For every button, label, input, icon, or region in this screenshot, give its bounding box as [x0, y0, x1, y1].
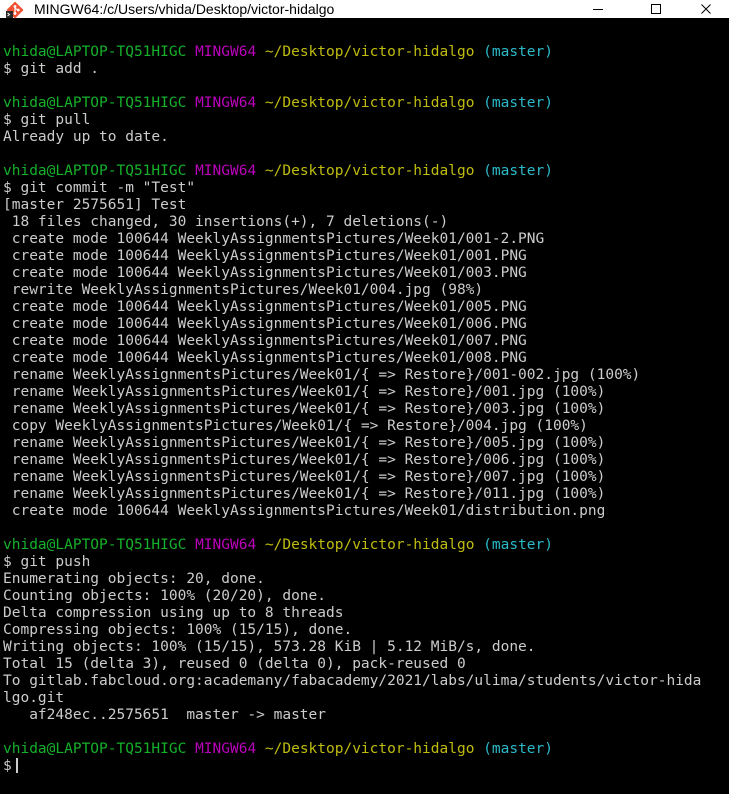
prompt-user-host: vhida@LAPTOP-TQ51HIGC	[3, 95, 187, 111]
output-line: create mode 100644 WeeklyAssignmentsPict…	[3, 350, 527, 366]
output-line: create mode 100644 WeeklyAssignmentsPict…	[3, 333, 527, 349]
prompt-user-host: vhida@LAPTOP-TQ51HIGC	[3, 44, 187, 60]
minimize-icon	[592, 0, 604, 19]
output-line: create mode 100644 WeeklyAssignmentsPict…	[3, 248, 527, 264]
prompt-user-host: vhida@LAPTOP-TQ51HIGC	[3, 537, 187, 553]
output-line: $ git pull	[3, 112, 91, 128]
prompt-line: vhida@LAPTOP-TQ51HIGC MINGW64 ~/Desktop/…	[3, 163, 725, 180]
prompt-line: vhida@LAPTOP-TQ51HIGC MINGW64 ~/Desktop/…	[3, 537, 725, 554]
close-button[interactable]	[683, 0, 729, 18]
prompt-path: ~/Desktop/victor-hidalgo	[264, 44, 475, 60]
text-cursor	[15, 758, 18, 773]
maximize-icon	[650, 0, 662, 19]
prompt-branch: (master)	[483, 95, 553, 111]
title-bar[interactable]: MINGW64:/c/Users/vhida/Desktop/victor-hi…	[0, 0, 729, 19]
output-line: create mode 100644 WeeklyAssignmentsPict…	[3, 265, 527, 281]
prompt-shell: MINGW64	[195, 95, 257, 111]
prompt-path: ~/Desktop/victor-hidalgo	[264, 95, 475, 111]
output-line: rename WeeklyAssignmentsPictures/Week01/…	[3, 367, 641, 383]
git-bash-icon[interactable]	[6, 1, 24, 19]
output-line: Counting objects: 100% (20/20), done.	[3, 588, 327, 604]
prompt-shell: MINGW64	[195, 163, 257, 179]
prompt-user-host: vhida@LAPTOP-TQ51HIGC	[3, 163, 187, 179]
output-line: Already up to date.	[3, 129, 169, 145]
prompt-branch: (master)	[483, 537, 553, 553]
maximize-button[interactable]	[633, 0, 679, 18]
prompt-branch: (master)	[483, 163, 553, 179]
output-line: [master 2575651] Test	[3, 197, 187, 213]
output-line: copy WeeklyAssignmentsPictures/Week01/{ …	[3, 418, 588, 434]
output-line: $ git add .	[3, 61, 100, 77]
output-line: rename WeeklyAssignmentsPictures/Week01/…	[3, 469, 606, 485]
output-line: $ git commit -m "Test"	[3, 180, 196, 196]
prompt-line: vhida@LAPTOP-TQ51HIGC MINGW64 ~/Desktop/…	[3, 44, 725, 61]
input-prompt: $	[3, 758, 12, 774]
prompt-shell: MINGW64	[195, 741, 257, 757]
prompt-line: vhida@LAPTOP-TQ51HIGC MINGW64 ~/Desktop/…	[3, 95, 725, 112]
prompt-path: ~/Desktop/victor-hidalgo	[264, 537, 475, 553]
output-line: lgo.git	[3, 690, 65, 706]
terminal-window: MINGW64:/c/Users/vhida/Desktop/victor-hi…	[0, 0, 729, 794]
output-line: Enumerating objects: 20, done.	[3, 571, 265, 587]
output-line: create mode 100644 WeeklyAssignmentsPict…	[3, 231, 545, 247]
prompt-user-host: vhida@LAPTOP-TQ51HIGC	[3, 741, 187, 757]
prompt-path: ~/Desktop/victor-hidalgo	[264, 163, 475, 179]
minimize-button[interactable]	[575, 0, 621, 18]
output-line: Total 15 (delta 3), reused 0 (delta 0), …	[3, 656, 466, 672]
output-line: 18 files changed, 30 insertions(+), 7 de…	[3, 214, 449, 230]
prompt-path: ~/Desktop/victor-hidalgo	[264, 741, 475, 757]
output-line: $ git push	[3, 554, 91, 570]
output-line: rewrite WeeklyAssignmentsPictures/Week01…	[3, 282, 484, 298]
output-line: rename WeeklyAssignmentsPictures/Week01/…	[3, 486, 606, 502]
output-line: rename WeeklyAssignmentsPictures/Week01/…	[3, 435, 606, 451]
window-title: MINGW64:/c/Users/vhida/Desktop/victor-hi…	[34, 1, 335, 17]
output-line: rename WeeklyAssignmentsPictures/Week01/…	[3, 401, 606, 417]
output-line: To gitlab.fabcloud.org:academany/fabacad…	[3, 673, 702, 689]
prompt-shell: MINGW64	[195, 44, 257, 60]
output-line: create mode 100644 WeeklyAssignmentsPict…	[3, 316, 527, 332]
output-line: create mode 100644 WeeklyAssignmentsPict…	[3, 299, 527, 315]
input-line[interactable]: $	[3, 758, 725, 775]
terminal-output[interactable]: vhida@LAPTOP-TQ51HIGC MINGW64 ~/Desktop/…	[3, 44, 725, 784]
close-icon	[700, 0, 712, 19]
output-line: Compressing objects: 100% (15/15), done.	[3, 622, 353, 638]
prompt-branch: (master)	[483, 741, 553, 757]
output-line: create mode 100644 WeeklyAssignmentsPict…	[3, 503, 606, 519]
prompt-line: vhida@LAPTOP-TQ51HIGC MINGW64 ~/Desktop/…	[3, 741, 725, 758]
output-line: af248ec..2575651 master -> master	[3, 707, 327, 723]
output-line: rename WeeklyAssignmentsPictures/Week01/…	[3, 452, 606, 468]
output-line: rename WeeklyAssignmentsPictures/Week01/…	[3, 384, 606, 400]
output-line: Writing objects: 100% (15/15), 573.28 Ki…	[3, 639, 536, 655]
output-line: Delta compression using up to 8 threads	[3, 605, 344, 621]
prompt-branch: (master)	[483, 44, 553, 60]
prompt-shell: MINGW64	[195, 537, 257, 553]
